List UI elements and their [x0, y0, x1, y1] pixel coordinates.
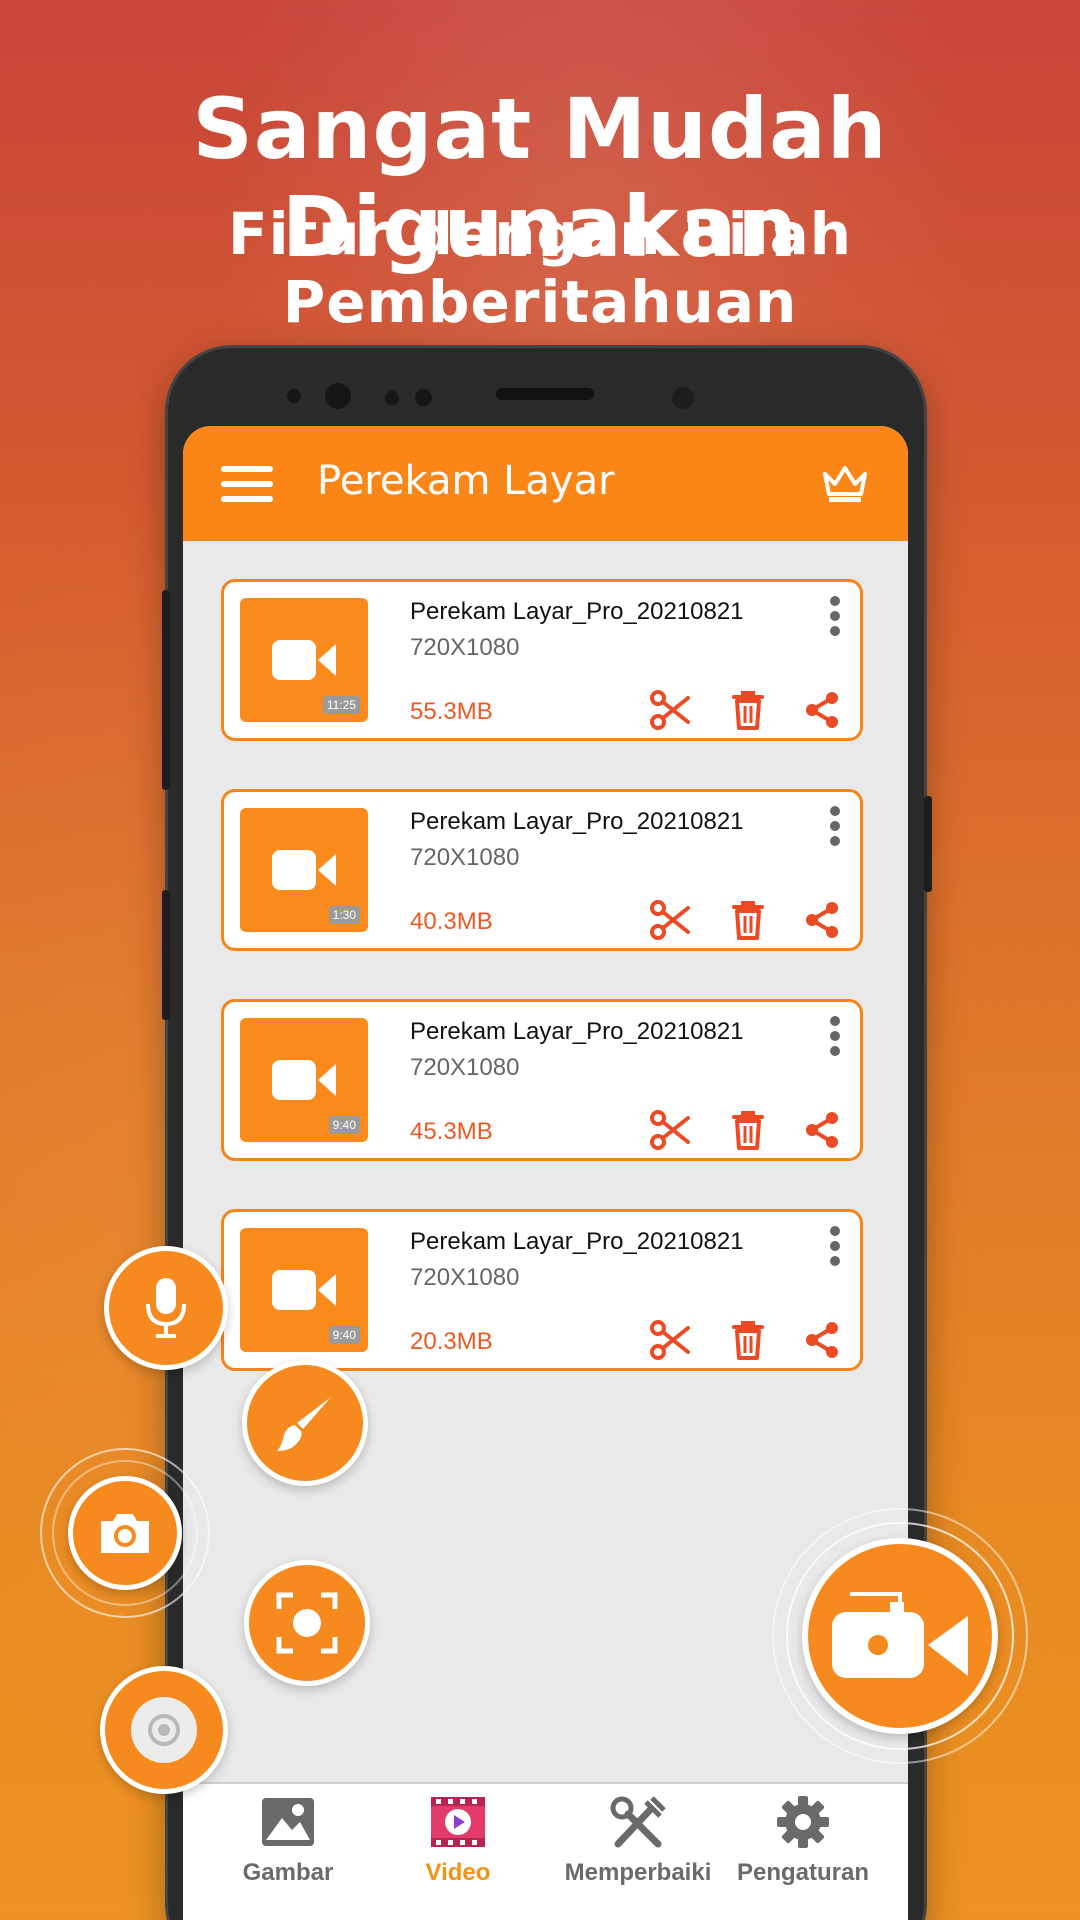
- phone-side-button: [162, 590, 170, 790]
- video-play-icon: [431, 1797, 485, 1847]
- brush-icon: [277, 1397, 331, 1451]
- trash-icon[interactable]: [726, 688, 770, 732]
- camera-icon: [101, 1514, 149, 1553]
- toggle-icon: [131, 1697, 197, 1763]
- phone-sensor: [672, 387, 694, 409]
- video-card[interactable]: 1:30 Perekam Layar_Pro_20210821 720X1080…: [221, 789, 863, 951]
- video-record-button[interactable]: [802, 1538, 998, 1734]
- video-camera-icon: [272, 1270, 336, 1310]
- phone-side-button: [162, 890, 170, 1020]
- image-icon: [262, 1798, 314, 1846]
- video-resolution: 720X1080: [410, 844, 520, 871]
- scissors-icon[interactable]: [648, 898, 692, 942]
- phone-sensor: [287, 389, 301, 403]
- nav-label: Video: [425, 1859, 491, 1886]
- nav-item-pengaturan[interactable]: Pengaturan: [718, 1794, 888, 1887]
- video-card[interactable]: 11:25 Perekam Layar_Pro_20210821 720X108…: [221, 579, 863, 741]
- duration-badge: 11:25: [322, 696, 360, 714]
- share-icon[interactable]: [800, 1318, 844, 1362]
- video-resolution: 720X1080: [410, 634, 520, 661]
- video-card[interactable]: 9:40 Perekam Layar_Pro_20210821 720X1080…: [221, 1209, 863, 1371]
- more-vertical-icon[interactable]: [828, 1016, 842, 1060]
- video-thumbnail[interactable]: 9:40: [240, 1018, 368, 1142]
- screenshot-icon: [276, 1592, 338, 1654]
- duration-badge: 9:40: [328, 1326, 360, 1344]
- video-record-icon: [832, 1592, 968, 1678]
- phone-sensor: [385, 391, 399, 405]
- share-icon[interactable]: [800, 898, 844, 942]
- video-camera-icon: [272, 640, 336, 680]
- gear-icon: [777, 1796, 829, 1848]
- bottom-navigation: Gambar Video Memperbaiki Pengaturan: [183, 1782, 908, 1920]
- phone-front-camera: [325, 383, 351, 409]
- phone-sensor: [415, 389, 432, 406]
- promo-subline: Fitur dengan Bilah Pemberitahuan: [228, 200, 852, 336]
- video-thumbnail[interactable]: 1:30: [240, 808, 368, 932]
- toggle-button[interactable]: [100, 1666, 228, 1794]
- microphone-icon: [146, 1278, 186, 1338]
- crown-icon[interactable]: [821, 464, 869, 504]
- app-bar: Perekam Layar: [183, 426, 908, 541]
- hamburger-menu-icon[interactable]: [221, 466, 273, 502]
- scissors-icon[interactable]: [648, 1108, 692, 1152]
- video-thumbnail[interactable]: 11:25: [240, 598, 368, 722]
- more-vertical-icon[interactable]: [828, 596, 842, 640]
- video-resolution: 720X1080: [410, 1054, 520, 1081]
- video-size: 45.3MB: [410, 1118, 493, 1145]
- phone-side-button: [924, 796, 932, 892]
- video-name: Perekam Layar_Pro_20210821: [410, 1228, 744, 1255]
- trash-icon[interactable]: [726, 1318, 770, 1362]
- share-icon[interactable]: [800, 688, 844, 732]
- video-resolution: 720X1080: [410, 1264, 520, 1291]
- video-size: 40.3MB: [410, 908, 493, 935]
- nav-label: Gambar: [242, 1859, 334, 1886]
- app-title: Perekam Layar: [317, 458, 615, 504]
- trash-icon[interactable]: [726, 1108, 770, 1152]
- share-icon[interactable]: [800, 1108, 844, 1152]
- video-name: Perekam Layar_Pro_20210821: [410, 808, 744, 835]
- nav-item-video[interactable]: Video: [373, 1794, 543, 1887]
- more-vertical-icon[interactable]: [828, 806, 842, 850]
- video-name: Perekam Layar_Pro_20210821: [410, 1018, 744, 1045]
- duration-badge: 1:30: [328, 906, 360, 924]
- duration-badge: 9:40: [328, 1116, 360, 1134]
- phone-speaker: [496, 388, 594, 400]
- scissors-icon[interactable]: [648, 1318, 692, 1362]
- camera-button[interactable]: [68, 1476, 182, 1590]
- nav-item-gambar[interactable]: Gambar: [203, 1794, 373, 1887]
- video-camera-icon: [272, 850, 336, 890]
- nav-item-memperbaiki[interactable]: Memperbaiki: [553, 1794, 723, 1887]
- video-card[interactable]: 9:40 Perekam Layar_Pro_20210821 720X1080…: [221, 999, 863, 1161]
- video-size: 55.3MB: [410, 698, 493, 725]
- scissors-icon[interactable]: [648, 688, 692, 732]
- tools-icon: [610, 1796, 666, 1848]
- video-thumbnail[interactable]: 9:40: [240, 1228, 368, 1352]
- brush-button[interactable]: [242, 1360, 368, 1486]
- video-camera-icon: [272, 1060, 336, 1100]
- microphone-button[interactable]: [104, 1246, 228, 1370]
- video-size: 20.3MB: [410, 1328, 493, 1355]
- screenshot-button[interactable]: [244, 1560, 370, 1686]
- more-vertical-icon[interactable]: [828, 1226, 842, 1270]
- nav-label: Memperbaiki: [564, 1859, 712, 1886]
- nav-label: Pengaturan: [736, 1859, 870, 1886]
- video-name: Perekam Layar_Pro_20210821: [410, 598, 744, 625]
- trash-icon[interactable]: [726, 898, 770, 942]
